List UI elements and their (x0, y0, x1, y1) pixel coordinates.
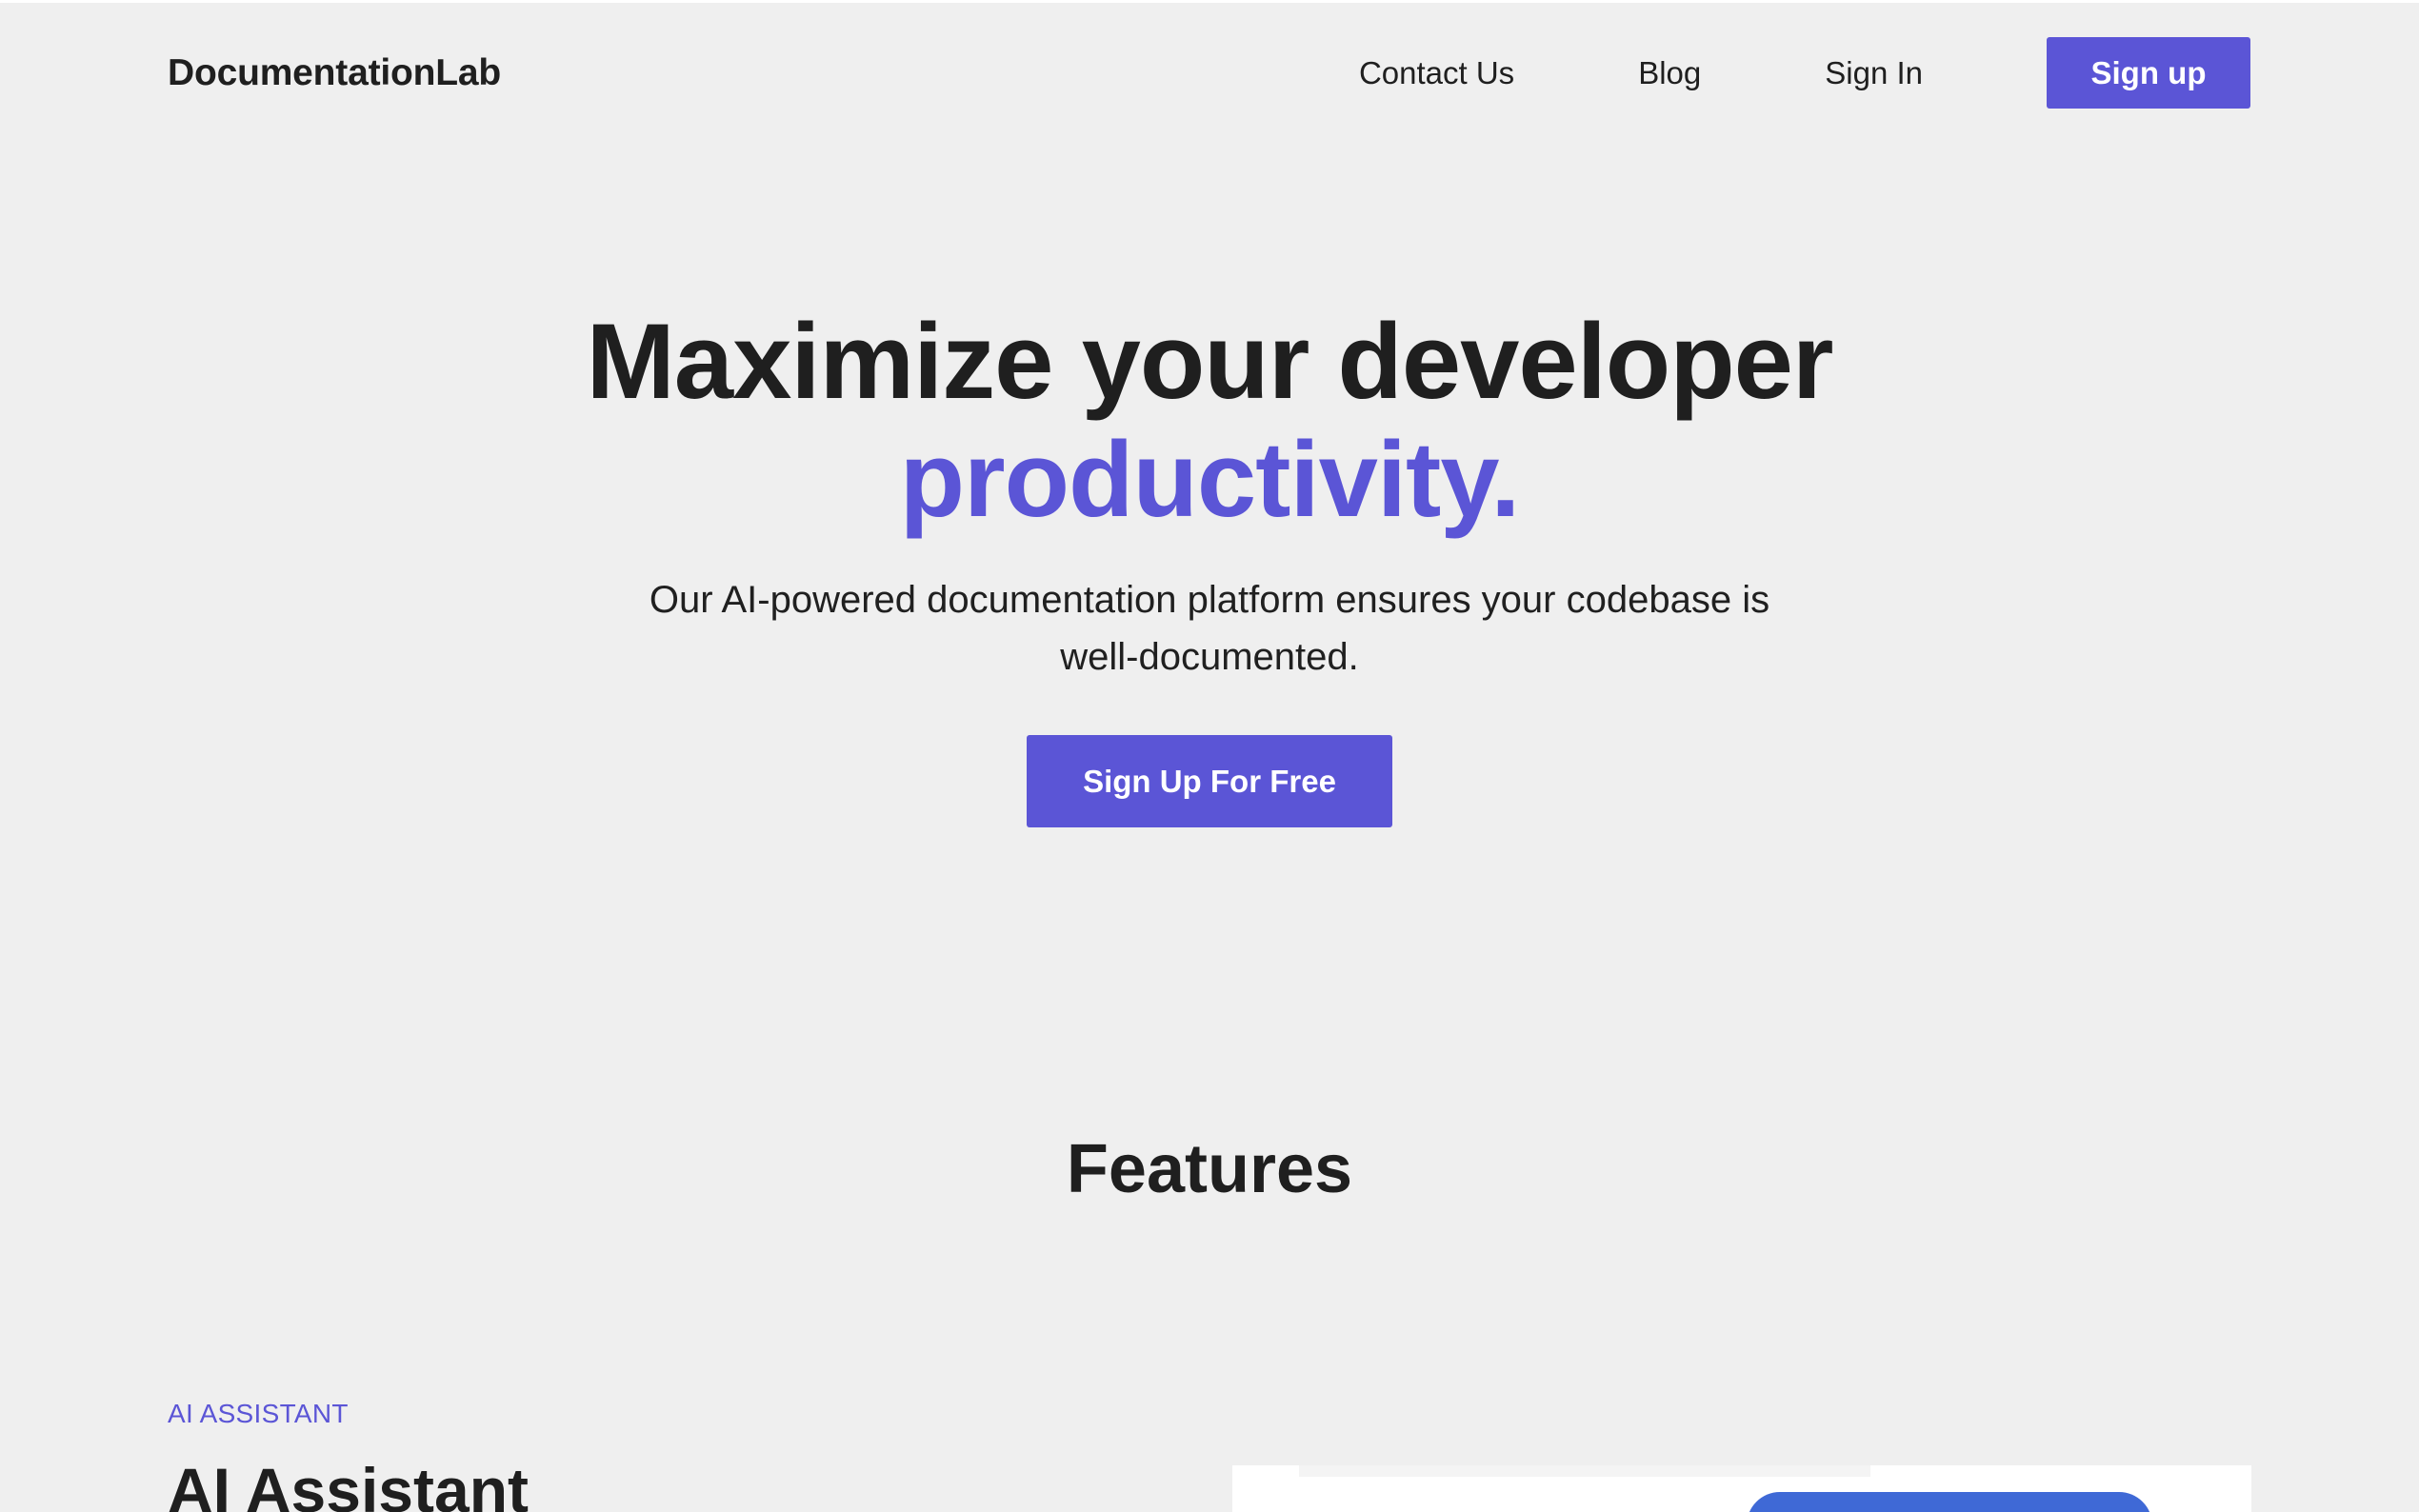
nav-sign-in-link[interactable]: Sign In (1825, 37, 1923, 109)
nav-contact-us-link[interactable]: Contact Us (1359, 37, 1514, 109)
hero-title-accent: productivity. (899, 420, 1521, 539)
feature-eyebrow-ai-assistant: AI ASSISTANT (168, 1399, 349, 1428)
site-header: DocumentationLab Contact Us Blog Sign In… (0, 0, 2419, 143)
features-heading: Features (1066, 1131, 1353, 1207)
preview-top-strip (1299, 1465, 1870, 1477)
hero-title: Maximize your developer productivity. (0, 303, 2419, 539)
hero-title-line-one: Maximize your developer (586, 302, 1833, 421)
nav-blog-link[interactable]: Blog (1638, 37, 1701, 109)
hero-section: Maximize your developer productivity. Ou… (0, 303, 2419, 827)
preview-action-button[interactable] (1747, 1492, 2152, 1512)
brand-logo-text[interactable]: DocumentationLab (168, 48, 501, 99)
page: DocumentationLab Contact Us Blog Sign In… (0, 0, 2419, 1512)
top-navigation: Contact Us Blog Sign In Sign up (1359, 37, 2250, 109)
sign-up-for-free-button[interactable]: Sign Up For Free (1027, 735, 1392, 827)
feature-title-ai-assistant: AI Assistant (168, 1455, 529, 1512)
sign-up-button[interactable]: Sign up (2047, 37, 2250, 109)
hero-subtitle: Our AI-powered documentation platform en… (649, 579, 1770, 678)
feature-preview-panel (1232, 1465, 2251, 1512)
